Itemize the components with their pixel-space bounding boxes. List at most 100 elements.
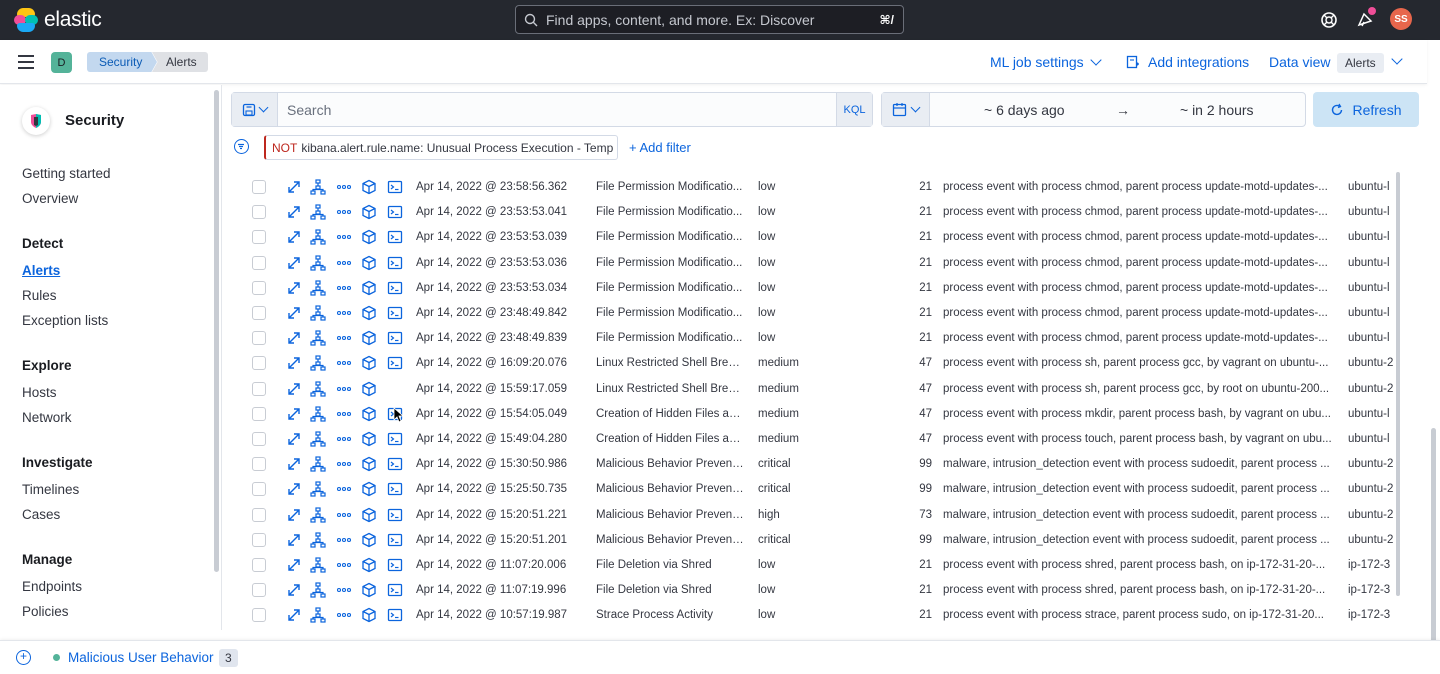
session-view-icon[interactable] [387, 229, 403, 245]
sidebar-item-timelines[interactable]: Timelines [22, 482, 79, 497]
session-view-icon[interactable] [387, 481, 403, 497]
session-view-icon[interactable] [387, 179, 403, 195]
expand-icon[interactable] [286, 456, 302, 472]
alert-rule-name[interactable]: Linux Restricted Shell Brea... [596, 383, 744, 395]
expand-icon[interactable] [286, 481, 302, 497]
more-actions-icon[interactable] [336, 557, 352, 573]
session-view-icon[interactable] [387, 330, 403, 346]
investigate-timeline-icon[interactable] [361, 456, 377, 472]
filter-pill[interactable]: NOT kibana.alert.rule.name: Unusual Proc… [264, 135, 618, 160]
investigate-timeline-icon[interactable] [361, 305, 377, 321]
expand-icon[interactable] [286, 229, 302, 245]
menu-toggle-icon[interactable] [18, 55, 34, 69]
investigate-timeline-icon[interactable] [361, 406, 377, 422]
alert-timestamp[interactable]: Apr 14, 2022 @ 15:54:05.049 [416, 408, 586, 420]
expand-icon[interactable] [286, 507, 302, 523]
session-view-icon[interactable] [387, 456, 403, 472]
add-integrations-button[interactable]: Add integrations [1126, 54, 1249, 70]
alert-host-name[interactable]: ubuntu-l [1348, 181, 1396, 193]
row-checkbox[interactable] [252, 457, 266, 472]
ml-job-settings-button[interactable]: ML job settings [990, 54, 1102, 70]
expand-icon[interactable] [286, 255, 302, 271]
alert-rule-name[interactable]: Creation of Hidden Files an... [596, 408, 744, 420]
alert-rule-name[interactable]: Malicious Behavior Preventi... [596, 534, 744, 546]
row-checkbox[interactable] [252, 432, 266, 446]
row-checkbox[interactable] [252, 507, 266, 522]
help-icon[interactable] [1319, 10, 1339, 30]
alert-timestamp[interactable]: Apr 14, 2022 @ 23:53:53.034 [416, 282, 586, 294]
investigate-timeline-icon[interactable] [361, 431, 377, 447]
alert-timestamp[interactable]: Apr 14, 2022 @ 23:58:56.362 [416, 181, 586, 193]
row-checkbox[interactable] [252, 306, 266, 320]
sidebar-item-hosts[interactable]: Hosts [22, 385, 57, 400]
refresh-button[interactable]: Refresh [1313, 92, 1419, 127]
session-view-icon[interactable] [387, 582, 403, 598]
more-actions-icon[interactable] [336, 456, 352, 472]
more-actions-icon[interactable] [336, 330, 352, 346]
investigate-timeline-icon[interactable] [361, 481, 377, 497]
analyze-graph-icon[interactable] [310, 355, 326, 371]
alert-timestamp[interactable]: Apr 14, 2022 @ 23:53:53.039 [416, 231, 586, 243]
row-checkbox[interactable] [252, 532, 266, 547]
analyze-graph-icon[interactable] [310, 557, 326, 573]
add-filter-button[interactable]: + Add filter [629, 140, 691, 155]
sidebar-item-alerts[interactable]: Alerts [22, 263, 60, 278]
user-avatar[interactable]: SS [1390, 8, 1412, 30]
expand-icon[interactable] [286, 355, 302, 371]
session-view-icon[interactable] [387, 431, 403, 447]
table-scrollbar[interactable] [1396, 172, 1400, 596]
more-actions-icon[interactable] [336, 582, 352, 598]
alert-timestamp[interactable]: Apr 14, 2022 @ 15:49:04.280 [416, 433, 586, 445]
alert-timestamp[interactable]: Apr 14, 2022 @ 15:59:17.059 [416, 383, 586, 395]
row-checkbox[interactable] [252, 608, 266, 623]
investigate-timeline-icon[interactable] [361, 204, 377, 220]
alert-host-name[interactable]: ubuntu-2 [1348, 483, 1396, 495]
analyze-graph-icon[interactable] [310, 179, 326, 195]
investigate-timeline-icon[interactable] [361, 229, 377, 245]
row-checkbox[interactable] [252, 356, 266, 371]
expand-icon[interactable] [286, 406, 302, 422]
row-checkbox[interactable] [252, 381, 266, 396]
expand-icon[interactable] [286, 179, 302, 195]
alert-timestamp[interactable]: Apr 14, 2022 @ 11:07:20.006 [416, 559, 586, 571]
alert-host-name[interactable]: ubuntu-2 [1348, 534, 1396, 546]
more-actions-icon[interactable] [336, 532, 352, 548]
alert-host-name[interactable]: ubuntu-l [1348, 408, 1396, 420]
alert-host-name[interactable]: ip-172-3 [1348, 609, 1396, 621]
add-timeline-icon[interactable]: + [16, 650, 31, 665]
session-view-icon[interactable] [387, 355, 403, 371]
sidebar-item-overview[interactable]: Overview [22, 191, 78, 206]
investigate-timeline-icon[interactable] [361, 330, 377, 346]
alert-timestamp[interactable]: Apr 14, 2022 @ 15:20:51.221 [416, 509, 586, 521]
more-actions-icon[interactable] [336, 255, 352, 271]
row-checkbox[interactable] [252, 558, 266, 572]
session-view-icon[interactable] [387, 204, 403, 220]
alert-rule-name[interactable]: File Deletion via Shred [596, 559, 744, 571]
alert-host-name[interactable]: ubuntu-2 [1348, 509, 1396, 521]
alert-rule-name[interactable]: File Permission Modificatio... [596, 206, 744, 218]
investigate-timeline-icon[interactable] [361, 355, 377, 371]
more-actions-icon[interactable] [336, 431, 352, 447]
alert-rule-name[interactable]: Strace Process Activity [596, 609, 744, 621]
page-scrollbar[interactable] [1431, 428, 1436, 643]
alert-host-name[interactable]: ubuntu-2 [1348, 357, 1396, 369]
alert-timestamp[interactable]: Apr 14, 2022 @ 15:30:50.986 [416, 458, 586, 470]
alert-host-name[interactable]: ubuntu-l [1348, 282, 1396, 294]
expand-icon[interactable] [286, 280, 302, 296]
alert-timestamp[interactable]: Apr 14, 2022 @ 23:48:49.839 [416, 332, 586, 344]
investigate-timeline-icon[interactable] [361, 607, 377, 623]
analyze-graph-icon[interactable] [310, 280, 326, 296]
data-view-label[interactable]: Data view [1269, 54, 1330, 70]
session-view-icon[interactable] [387, 255, 403, 271]
analyze-graph-icon[interactable] [310, 229, 326, 245]
alert-rule-name[interactable]: File Permission Modificatio... [596, 332, 744, 344]
expand-icon[interactable] [286, 607, 302, 623]
investigate-timeline-icon[interactable] [361, 381, 377, 397]
row-checkbox[interactable] [252, 205, 266, 220]
more-actions-icon[interactable] [336, 481, 352, 497]
session-view-icon[interactable] [387, 507, 403, 523]
alert-host-name[interactable]: ubuntu-2 [1348, 458, 1396, 470]
expand-icon[interactable] [286, 204, 302, 220]
alert-rule-name[interactable]: File Permission Modificatio... [596, 257, 744, 269]
more-actions-icon[interactable] [336, 355, 352, 371]
